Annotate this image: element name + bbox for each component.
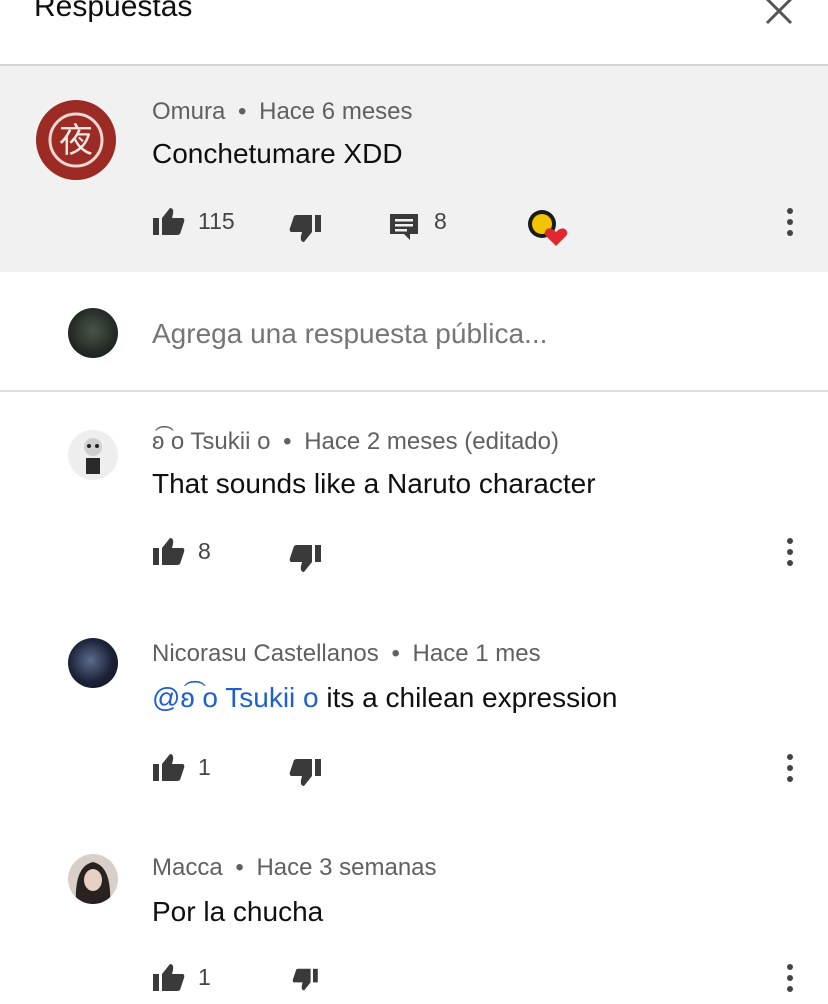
timestamp[interactable]: Hace 1 mes [413, 640, 541, 667]
dislike-icon [289, 759, 321, 786]
comment-body: its a chilean expression [318, 682, 618, 713]
close-button[interactable] [760, 0, 796, 30]
dislike-icon [292, 968, 318, 991]
author-name[interactable]: Macca [152, 854, 223, 881]
like-icon [153, 208, 185, 235]
reply-comment: Macca • Hace 3 semanas Por la chucha 1 [0, 820, 828, 996]
more-options-button[interactable] [783, 964, 797, 1004]
separator: • [283, 428, 292, 455]
reply-comment: Nicorasu Castellanos • Hace 1 mes @ʚ͡ o … [0, 606, 828, 820]
user-mention-link[interactable]: @ʚ͡ o Tsukii o [152, 682, 319, 713]
like-icon [153, 754, 185, 781]
dislike-icon [289, 215, 321, 242]
more-options-button[interactable] [783, 754, 797, 794]
avatar[interactable] [68, 854, 118, 904]
avatar[interactable]: 夜 [36, 100, 116, 180]
creator-heart-icon [528, 210, 568, 246]
comment-meta: ʚ͡ o Tsukii o • Hace 2 meses (editado) [152, 428, 559, 456]
like-button[interactable] [152, 536, 186, 566]
avatar[interactable] [68, 638, 118, 688]
more-vert-icon [783, 754, 797, 782]
creator-heart [526, 208, 570, 248]
author-name[interactable]: Nicorasu Castellanos [152, 640, 379, 667]
comment-meta: Omura • Hace 6 meses [152, 98, 413, 126]
comment-meta: Nicorasu Castellanos • Hace 1 mes [152, 640, 541, 668]
author-name[interactable]: ʚ͡ o Tsukii o [152, 428, 270, 455]
comment-meta: Macca • Hace 3 semanas [152, 854, 437, 882]
avatar-glyph: 夜 [59, 121, 93, 161]
avatar-emblem: 夜 [38, 102, 114, 178]
author-name[interactable]: Omura [152, 98, 225, 125]
dislike-button[interactable] [288, 544, 322, 574]
more-options-button[interactable] [783, 208, 797, 248]
reply-input[interactable] [152, 318, 772, 350]
dislike-button[interactable] [288, 758, 322, 788]
comment-text: That sounds like a Naruto character [152, 468, 596, 499]
parent-comment: 夜 Omura • Hace 6 meses Conchetumare XDD … [0, 66, 828, 272]
avatar-art [84, 438, 102, 474]
user-avatar [68, 308, 118, 358]
like-button[interactable] [152, 962, 186, 992]
more-vert-icon [783, 538, 797, 566]
dislike-button[interactable] [288, 968, 322, 992]
more-vert-icon [783, 964, 797, 992]
like-icon [153, 538, 185, 565]
replies-header: Respuestas [0, 0, 828, 66]
dislike-icon [289, 545, 321, 572]
like-count: 1 [198, 964, 211, 990]
header-title: Respuestas [34, 0, 193, 23]
reply-comment: ʚ͡ o Tsukii o • Hace 2 meses (editado) T… [0, 392, 828, 606]
more-options-button[interactable] [783, 538, 797, 578]
comment-text: Por la chucha [152, 896, 324, 927]
reply-count: 8 [434, 208, 447, 234]
reply-button[interactable] [388, 212, 420, 242]
like-button[interactable] [152, 206, 186, 236]
reply-box [0, 272, 828, 392]
separator: • [238, 98, 247, 125]
like-icon [153, 964, 185, 991]
timestamp[interactable]: Hace 3 semanas [256, 854, 436, 881]
separator: • [391, 640, 400, 667]
close-icon [765, 0, 793, 25]
like-count: 8 [198, 538, 211, 564]
comment-text: Conchetumare XDD [152, 138, 403, 169]
more-vert-icon [783, 208, 797, 236]
timestamp[interactable]: Hace 2 meses (editado) [304, 428, 559, 455]
avatar[interactable] [68, 430, 118, 480]
separator: • [235, 854, 244, 881]
comment-text: @ʚ͡ o Tsukii o its a chilean expression [152, 682, 617, 714]
like-count: 1 [198, 754, 211, 780]
reply-icon [390, 214, 418, 240]
like-count: 115 [198, 208, 235, 234]
avatar-art [75, 862, 111, 904]
timestamp[interactable]: Hace 6 meses [259, 98, 412, 125]
dislike-button[interactable] [288, 214, 322, 244]
like-button[interactable] [152, 752, 186, 782]
